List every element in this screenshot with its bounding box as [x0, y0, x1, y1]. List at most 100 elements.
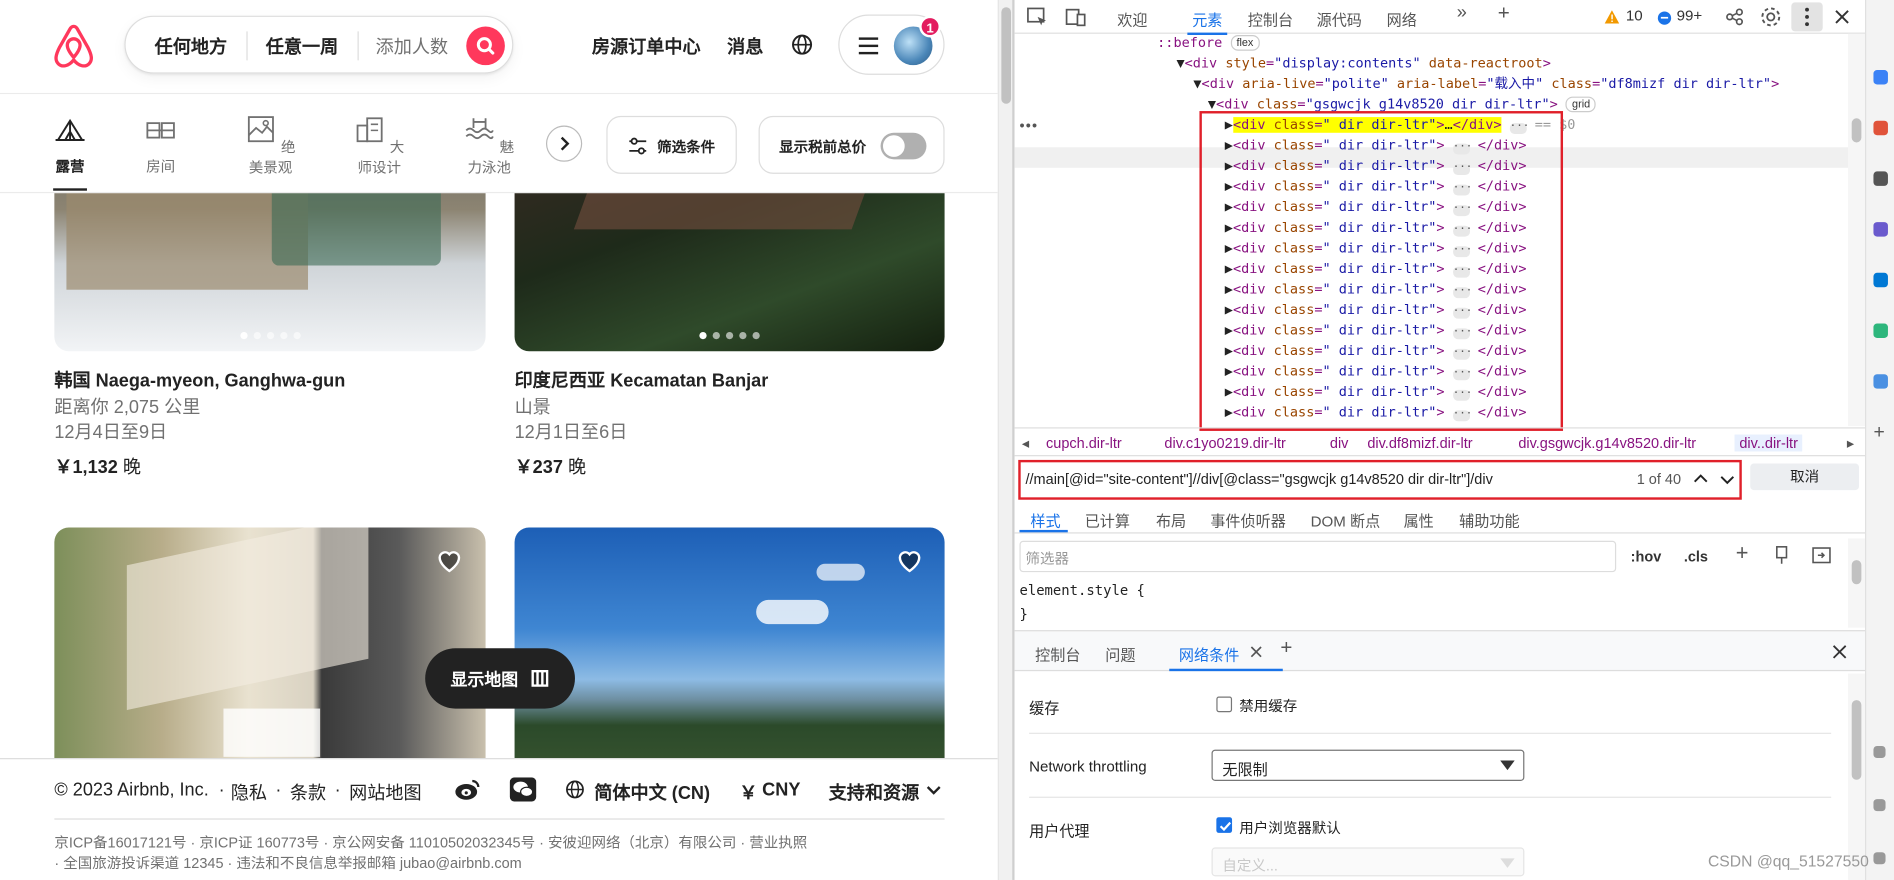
- grid-badge[interactable]: grid: [1565, 96, 1597, 113]
- breadcrumb-item[interactable]: div.gsgwcjk.g14v8520.dir-ltr: [1518, 435, 1696, 452]
- category-tab-camping[interactable]: 露营: [53, 113, 87, 191]
- chevron-down-icon[interactable]: [1718, 470, 1737, 489]
- listing-title[interactable]: 韩国 Naega-myeon, Ganghwa-gun: [54, 367, 345, 392]
- new-rule-icon[interactable]: +: [1736, 541, 1749, 566]
- tab-welcome[interactable]: 欢迎: [1117, 7, 1147, 30]
- add-tab-icon[interactable]: +: [1498, 1, 1510, 25]
- sidebar-app-icon[interactable]: [1873, 222, 1888, 237]
- search-button[interactable]: [466, 26, 505, 66]
- hov-button[interactable]: :hov: [1631, 548, 1662, 565]
- host-link[interactable]: 房源订单中心: [592, 34, 701, 59]
- category-next-button[interactable]: [545, 125, 583, 162]
- dom-node[interactable]: ▼<div style="display:contents" data-reac…: [1176, 53, 1550, 74]
- chevron-up-icon[interactable]: [1691, 470, 1710, 489]
- category-tab-rooms[interactable]: 房间: [144, 113, 178, 176]
- tax-toggle[interactable]: [880, 132, 927, 160]
- close-tab-icon[interactable]: [1249, 645, 1263, 659]
- device-toolbar-icon[interactable]: [1065, 7, 1087, 27]
- cls-button[interactable]: .cls: [1684, 548, 1708, 565]
- sidebar-app-icon[interactable]: [1873, 745, 1886, 759]
- scrollbar-thumb[interactable]: [1851, 118, 1862, 143]
- tab-dom-breakpoints[interactable]: DOM 断点: [1311, 508, 1381, 531]
- tab-accessibility[interactable]: 辅助功能: [1459, 508, 1519, 531]
- drawer-tab-console[interactable]: 控制台: [1035, 642, 1080, 665]
- search-where[interactable]: 任何地方: [155, 34, 227, 59]
- user-menu-button[interactable]: 1: [838, 14, 945, 75]
- settings-gear-icon[interactable]: [1873, 852, 1886, 865]
- xpath-query[interactable]: //main[@id="site-content"]//div[@class="…: [1026, 471, 1493, 488]
- add-sidebar-icon[interactable]: +: [1873, 422, 1884, 444]
- sidebar-app-icon[interactable]: [1873, 120, 1888, 136]
- privacy-link[interactable]: 隐私: [231, 780, 267, 805]
- tab-styles[interactable]: 样式: [1030, 508, 1060, 531]
- globe-icon[interactable]: [791, 34, 813, 56]
- tab-event-listeners[interactable]: 事件侦听器: [1210, 508, 1286, 531]
- settings-gear-icon[interactable]: [1760, 6, 1782, 28]
- disable-cache-label[interactable]: 禁用缓存: [1239, 695, 1297, 716]
- wechat-icon[interactable]: [509, 777, 537, 802]
- cancel-button[interactable]: 取消: [1750, 463, 1859, 491]
- airbnb-logo-icon[interactable]: [53, 24, 94, 68]
- terms-link[interactable]: 条款: [290, 780, 326, 805]
- tab-computed[interactable]: 已计算: [1085, 508, 1130, 531]
- weibo-icon[interactable]: [454, 777, 481, 801]
- sidebar-app-icon[interactable]: [1873, 374, 1888, 389]
- flex-badge[interactable]: flex: [1230, 35, 1260, 51]
- tab-elements[interactable]: 元素: [1187, 7, 1228, 36]
- sidebar-app-icon[interactable]: [1873, 171, 1888, 186]
- sidebar-app-icon[interactable]: [1873, 323, 1888, 338]
- issues-count[interactable]: 99+: [1677, 7, 1703, 24]
- customize-menu-button[interactable]: [1791, 2, 1823, 32]
- disable-cache-checkbox[interactable]: [1216, 696, 1233, 713]
- breadcrumb-item[interactable]: div: [1330, 435, 1349, 452]
- drawer-tab-issues[interactable]: 问题: [1105, 642, 1135, 665]
- tax-toggle-row[interactable]: 显示税前总价: [758, 115, 945, 174]
- language-selector[interactable]: 简体中文 (CN): [594, 780, 710, 805]
- throttling-select[interactable]: 无限制: [1211, 749, 1525, 781]
- close-drawer-icon[interactable]: [1831, 643, 1848, 660]
- pseudo-before-node[interactable]: ::before flex: [1157, 34, 1260, 53]
- element-state-icon[interactable]: [1773, 546, 1790, 565]
- breadcrumb-item[interactable]: div.df8mizf.dir-ltr: [1367, 435, 1472, 452]
- tab-properties[interactable]: 属性: [1404, 508, 1434, 531]
- add-drawer-tab-icon[interactable]: +: [1280, 636, 1292, 660]
- close-devtools-icon[interactable]: [1832, 7, 1851, 26]
- page-scrollbar[interactable]: [997, 0, 1013, 880]
- search-bar[interactable]: 任何地方 任意一周 添加人数: [124, 15, 514, 74]
- currency-selector[interactable]: CNY: [762, 780, 800, 801]
- scrollbar-thumb[interactable]: [1851, 560, 1862, 585]
- styles-scrollbar[interactable]: [1848, 538, 1865, 628]
- listing-title[interactable]: 印度尼西亚 Kecamatan Banjar: [515, 367, 769, 392]
- listing-photo-3[interactable]: [54, 527, 486, 781]
- breadcrumb-item[interactable]: cupch.dir-ltr: [1046, 435, 1122, 452]
- toggle-sidebar-icon[interactable]: [1812, 547, 1831, 564]
- tab-sources[interactable]: 源代码: [1317, 7, 1362, 30]
- sitemap-link[interactable]: 网站地图: [349, 780, 421, 805]
- ua-default-label[interactable]: 用户浏览器默认: [1239, 817, 1340, 838]
- element-style-rule[interactable]: element.style {: [1019, 582, 1144, 599]
- sidebar-app-icon[interactable]: [1873, 799, 1886, 812]
- inspect-icon[interactable]: [1027, 7, 1049, 26]
- sidebar-app-icon[interactable]: [1873, 70, 1888, 85]
- styles-filter-input[interactable]: 筛选器: [1019, 540, 1617, 573]
- messages-link[interactable]: 消息: [727, 34, 763, 59]
- tab-console[interactable]: 控制台: [1248, 7, 1293, 30]
- category-tab-design[interactable]: 大师设计: [349, 113, 409, 177]
- support-menu[interactable]: 支持和资源: [829, 780, 920, 805]
- breadcrumb-item-current[interactable]: div..dir-ltr: [1734, 434, 1803, 452]
- elements-scrollbar[interactable]: [1848, 33, 1865, 427]
- node-ellipsis-icon[interactable]: •••: [1019, 117, 1038, 134]
- warning-count[interactable]: 10: [1626, 7, 1643, 24]
- scrollbar-thumb[interactable]: [1001, 7, 1012, 104]
- heart-icon[interactable]: [435, 546, 464, 575]
- dom-node[interactable]: ▼<div aria-live="polite" aria-label="载入中…: [1193, 74, 1779, 95]
- breadcrumb-left-arrow[interactable]: ◂: [1022, 435, 1029, 452]
- search-when[interactable]: 任意一周: [266, 34, 338, 59]
- ua-default-checkbox[interactable]: [1216, 817, 1233, 833]
- drawer-scrollbar[interactable]: [1848, 673, 1865, 880]
- tab-layout[interactable]: 布局: [1156, 508, 1186, 531]
- listing-photo-4[interactable]: [514, 527, 945, 781]
- breadcrumb-item[interactable]: div.c1yo0219.dir-ltr: [1164, 435, 1285, 452]
- drawer-tab-network-conditions[interactable]: 网络条件: [1179, 642, 1239, 665]
- search-input[interactable]: //main[@id="site-content"]//div[@class="…: [1018, 459, 1742, 500]
